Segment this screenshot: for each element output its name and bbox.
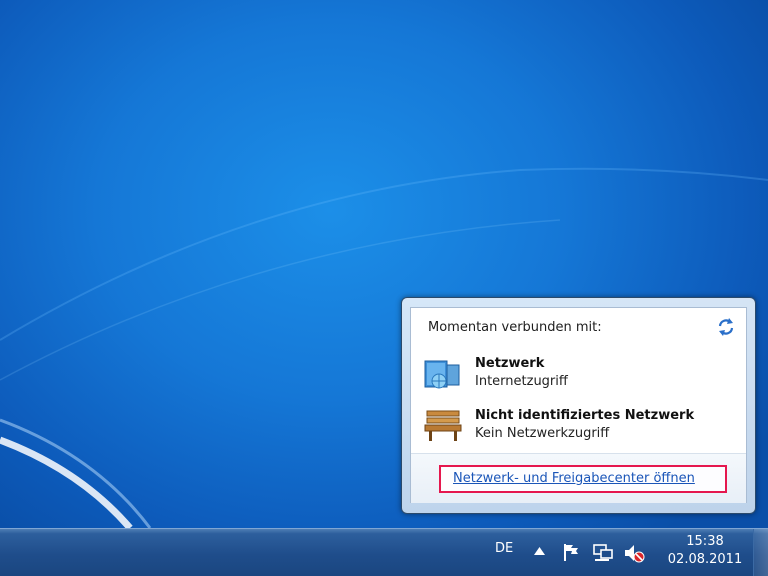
language-indicator[interactable]: DE [495, 541, 513, 556]
volume-muted-icon[interactable] [623, 543, 645, 563]
taskbar: DE 15:38 02.08.2011 [0, 528, 768, 576]
network-entry-unidentified[interactable]: Nicht identifiziertes Netzwerk Kein Netz… [423, 405, 723, 445]
network-flyout: Momentan verbunden mit: Netzwerk Interne… [401, 297, 756, 514]
network-status: Kein Netzwerkzugriff [475, 426, 610, 441]
clock-time: 15:38 [686, 534, 724, 549]
clock[interactable]: 15:38 02.08.2011 [660, 533, 750, 569]
connected-heading: Momentan verbunden mit: [428, 320, 602, 335]
network-flyout-panel: Momentan verbunden mit: Netzwerk Interne… [410, 307, 747, 503]
clock-date: 02.08.2011 [667, 552, 743, 567]
network-status: Internetzugriff [475, 374, 568, 389]
network-name: Nicht identifiziertes Netzwerk [475, 408, 695, 423]
refresh-arrows-icon[interactable] [716, 317, 736, 337]
network-icon[interactable] [592, 543, 614, 563]
show-hidden-icons-arrow-icon[interactable] [534, 547, 545, 555]
park-bench-icon [424, 410, 462, 441]
network-name: Netzwerk [475, 356, 545, 371]
flyout-footer: Netzwerk- und Freigabecenter öffnen [411, 453, 746, 503]
network-globe-icon [424, 360, 460, 389]
open-network-center-link[interactable]: Netzwerk- und Freigabecenter öffnen [439, 465, 727, 493]
action-center-flag-icon[interactable] [562, 543, 580, 561]
network-entry-netzwerk[interactable]: Netzwerk Internetzugriff [423, 353, 723, 393]
show-desktop-button[interactable] [753, 529, 768, 576]
